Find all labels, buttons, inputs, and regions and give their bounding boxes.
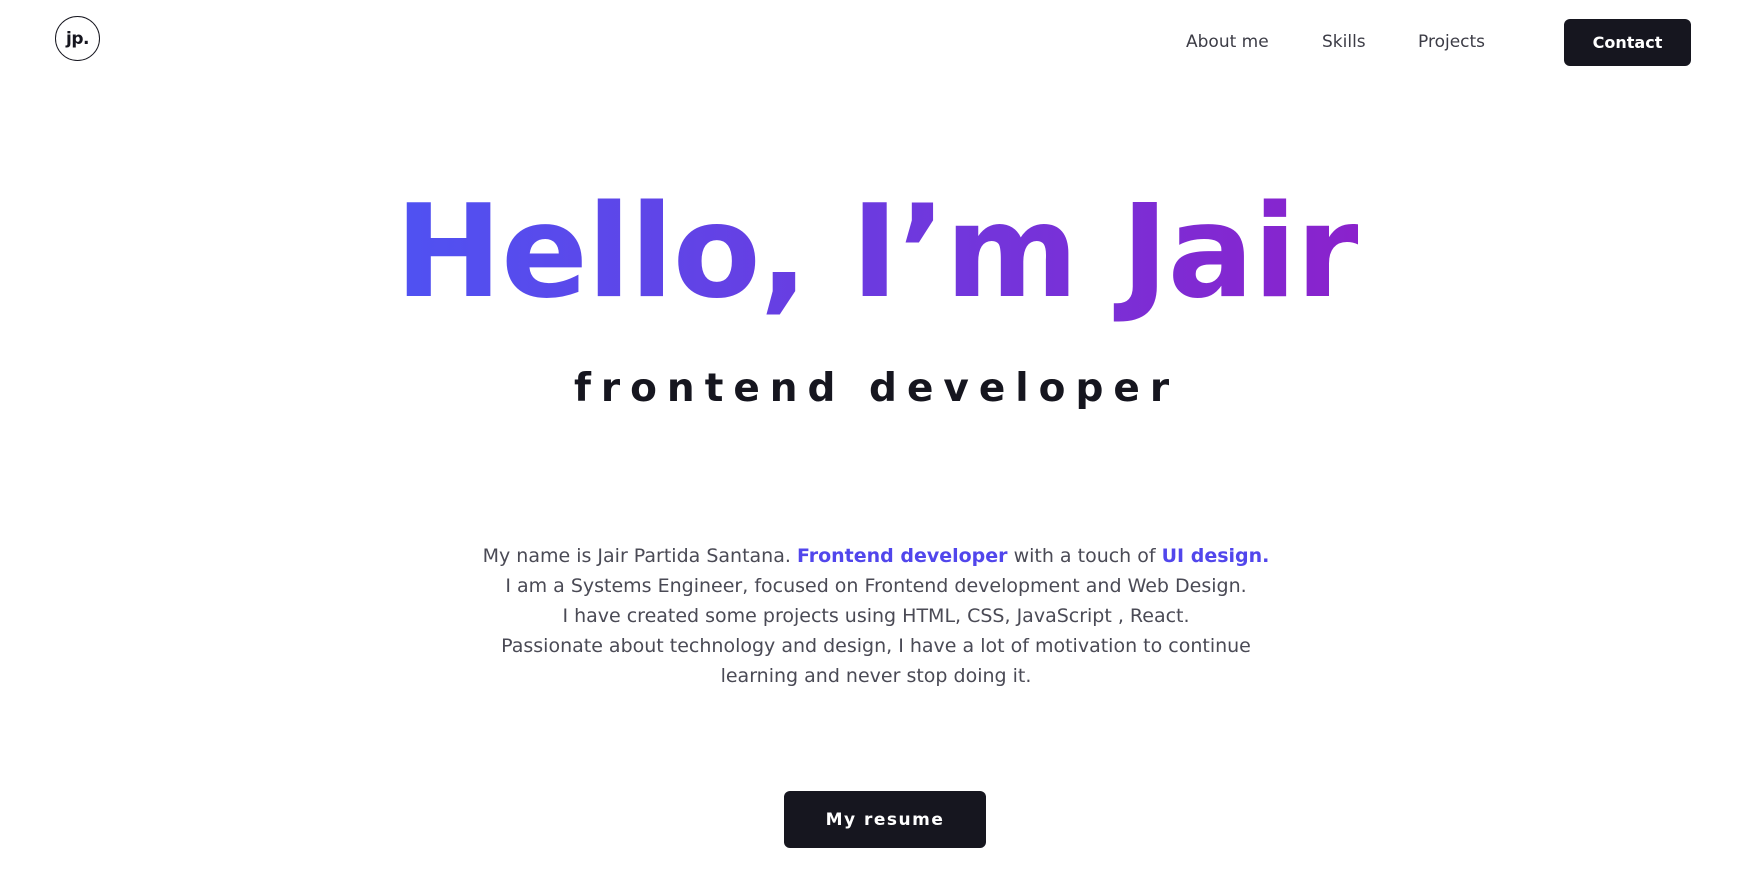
contact-button[interactable]: Contact bbox=[1564, 19, 1691, 66]
nav-link-about[interactable]: About me bbox=[1186, 32, 1269, 52]
page: jp. About me Skills Projects Contact Hel… bbox=[0, 0, 1753, 894]
intro-connector-text: with a touch of bbox=[1007, 545, 1162, 567]
hero-title: Hello, I’m Jair bbox=[0, 178, 1753, 328]
logo[interactable]: jp. bbox=[55, 16, 100, 61]
intro-line-4: Passionate about technology and design, … bbox=[501, 635, 1251, 657]
nav-link-skills[interactable]: Skills bbox=[1322, 32, 1366, 52]
nav-link-projects[interactable]: Projects bbox=[1418, 32, 1485, 52]
highlight-frontend: Frontend developer bbox=[796, 545, 1008, 567]
intro-line-3: I have created some projects using HTML,… bbox=[562, 605, 1190, 627]
hero-subtitle: frontend developer bbox=[573, 366, 1180, 411]
intro-line-1: My name is Jair Partida Santana. Fronten… bbox=[376, 541, 1376, 571]
intro-line-2: I am a Systems Engineer, focused on Fron… bbox=[505, 575, 1247, 597]
logo-text: jp. bbox=[66, 28, 89, 49]
intro-description: My name is Jair Partida Santana. Fronten… bbox=[376, 541, 1376, 691]
highlight-ui-design: UI design. bbox=[1161, 545, 1270, 567]
resume-button[interactable]: My resume bbox=[784, 791, 986, 848]
intro-line-5: learning and never stop doing it. bbox=[720, 665, 1032, 687]
hero-title-text: Hello, I’m Jair bbox=[395, 178, 1359, 327]
intro-name-text: My name is Jair Partida Santana. bbox=[482, 545, 797, 567]
